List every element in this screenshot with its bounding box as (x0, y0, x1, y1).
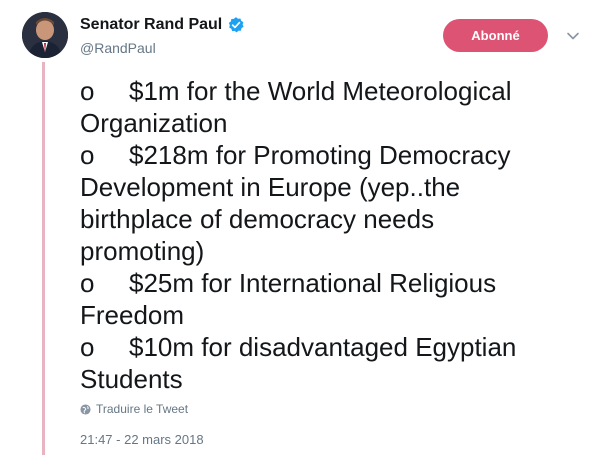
tweet-line: promoting) (80, 235, 600, 267)
author-name-row[interactable]: Senator Rand Paul (80, 14, 245, 36)
avatar[interactable] (22, 12, 68, 58)
tweet-line: o $25m for International Religious (80, 267, 600, 299)
translate-label[interactable]: Traduire le Tweet (96, 402, 188, 416)
tweet-line-text: Freedom (80, 300, 185, 330)
tweet-line: Development in Europe (yep..the (80, 171, 600, 203)
bullet-marker: o (80, 76, 95, 106)
tweet-line-text: Students (80, 364, 183, 394)
tweet-line-text: $10m for disadvantaged Egyptian (129, 332, 517, 362)
chevron-down-icon[interactable] (565, 28, 581, 44)
tweet-line: o $1m for the World Meteorological (80, 75, 600, 107)
tweet-line: birthplace of democracy needs (80, 203, 600, 235)
tweet-timestamp[interactable]: 21:47 - 22 mars 2018 (80, 432, 204, 447)
tweet-line-text: $1m for the World Meteorological (129, 76, 512, 106)
tweet-text: o $1m for the World Meteorological Organi… (80, 75, 600, 395)
tweet-line-text: $218m for Promoting Democracy (129, 140, 511, 170)
tweet-line-text: promoting) (80, 236, 205, 266)
translate-tweet-link[interactable]: Traduire le Tweet (80, 402, 188, 416)
tweet-line: Students (80, 363, 600, 395)
tweet-card: Senator Rand Paul @RandPaul Abonné o $1m … (0, 0, 607, 455)
tweet-line-text: Development in Europe (yep..the (80, 172, 461, 202)
tweet-line-text: Organization (80, 108, 228, 138)
globe-icon (80, 403, 91, 415)
tweet-line-text: $25m for International Religious (129, 268, 497, 298)
tweet-line: o $218m for Promoting Democracy (80, 139, 600, 171)
tweet-line: o $10m for disadvantaged Egyptian (80, 331, 600, 363)
verified-badge-icon (227, 16, 245, 34)
follow-button[interactable]: Abonné (443, 19, 548, 52)
thread-line (42, 62, 45, 455)
bullet-marker: o (80, 268, 95, 298)
tweet-line-text: birthplace of democracy needs (80, 204, 435, 234)
bullet-marker: o (80, 140, 95, 170)
tweet-line: Organization (80, 107, 600, 139)
tweet-line: Freedom (80, 299, 600, 331)
author-handle[interactable]: @RandPaul (80, 40, 156, 56)
author-name[interactable]: Senator Rand Paul (80, 16, 222, 34)
bullet-marker: o (80, 332, 95, 362)
